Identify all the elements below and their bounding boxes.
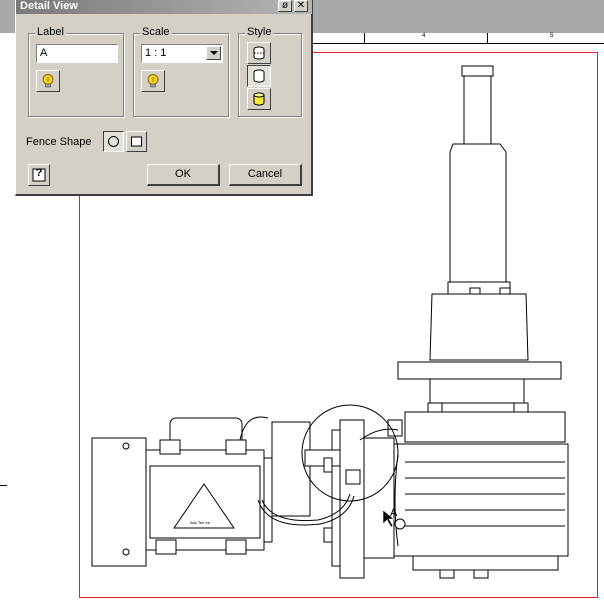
detail-view-label: A — [390, 507, 398, 519]
shaft-housing — [449, 143, 507, 283]
style-no-hidden-lines-icon — [253, 69, 265, 83]
pin-button[interactable]: ø — [278, 0, 292, 12]
label-input[interactable]: A — [36, 44, 118, 63]
circular-fence-button[interactable] — [103, 131, 124, 152]
ok-button[interactable]: OK — [147, 164, 220, 186]
scale-value: 1 : 1 — [145, 47, 167, 59]
plate-text: Abc Teh ee — [190, 520, 211, 525]
scale-dropdown[interactable]: 1 : 1 — [141, 44, 223, 63]
detail-origin-marker — [394, 518, 406, 530]
scale-group: Scale 1 : 1 — [133, 26, 229, 117]
scale-visibility-button[interactable] — [141, 70, 165, 92]
style-hidden-lines-button[interactable] — [247, 42, 271, 64]
gearbox-base — [412, 555, 559, 571]
rectangular-fence-icon — [131, 136, 142, 147]
shaft-tip — [461, 65, 494, 77]
detail-view-dialog: Detail View ø ✕ Label A Scale 1 : 1 Styl… — [15, 0, 313, 196]
chevron-down-icon[interactable] — [206, 46, 221, 60]
label-visibility-button[interactable] — [36, 70, 60, 92]
style-group-title: Style — [245, 26, 274, 38]
dialog-titlebar[interactable]: Detail View ø ✕ — [16, 0, 312, 14]
scale-group-title: Scale — [140, 26, 172, 38]
circular-fence-icon — [108, 136, 119, 147]
help-button[interactable]: ? — [28, 164, 50, 186]
dialog-title: Detail View — [20, 0, 78, 12]
style-group: Style — [238, 26, 302, 117]
coupling-flange — [339, 419, 365, 579]
adapter-plate — [363, 437, 395, 559]
rectangular-fence-button[interactable] — [126, 131, 147, 152]
gearbox-top-cover — [404, 411, 566, 443]
fence-shape-label: Fence Shape — [26, 136, 92, 148]
close-button[interactable]: ✕ — [294, 0, 308, 12]
motor-adapter — [429, 293, 529, 361]
style-shaded-button[interactable] — [247, 88, 271, 110]
style-hidden-lines-icon — [253, 46, 265, 60]
lightbulb-icon — [147, 74, 159, 88]
style-no-hidden-lines-button[interactable] — [247, 65, 271, 87]
motor-end-cap — [91, 437, 147, 567]
upper-flange — [397, 361, 562, 380]
flange-neck — [429, 378, 525, 404]
lightbulb-icon — [42, 74, 54, 88]
style-shaded-icon — [253, 92, 265, 106]
gearbox-body — [392, 443, 569, 557]
cancel-button[interactable]: Cancel — [229, 164, 302, 186]
label-group: Label A — [28, 26, 124, 117]
help-glyph: ? — [35, 167, 43, 179]
label-group-title: Label — [35, 26, 66, 38]
shaft-upper — [463, 75, 492, 145]
